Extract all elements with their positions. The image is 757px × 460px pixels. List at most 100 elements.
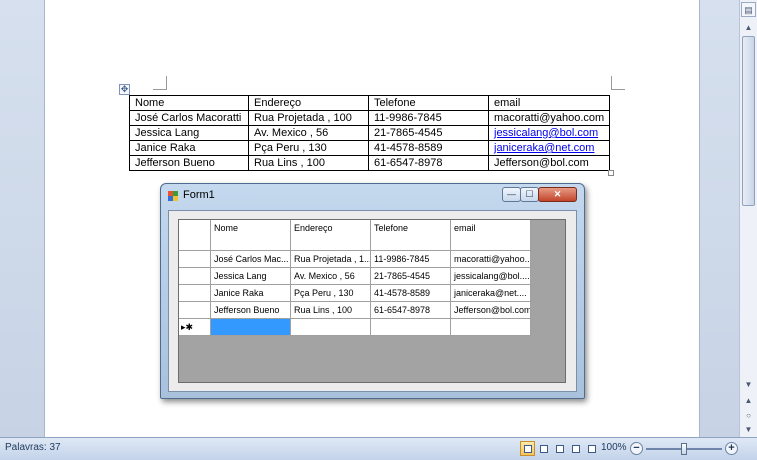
zoom-in-button[interactable]: + (725, 442, 738, 455)
doc-table-cell-telefone[interactable]: 11-9986-7845 (368, 110, 489, 126)
grid-new-row-cell[interactable] (291, 319, 371, 336)
grid-cell-endereco[interactable]: Rua Projetada , 1... (291, 251, 371, 268)
grid-cell-endereco[interactable]: Rua Lins , 100 (291, 302, 371, 319)
doc-table-cell-email[interactable]: macoratti@yahoo.com (487, 110, 611, 126)
email-link[interactable]: jessicalang@bol.com (494, 127, 598, 139)
doc-table-cell-telefone[interactable]: 21-7865-4545 (368, 125, 489, 141)
doc-table-header-cell[interactable]: email (487, 95, 611, 111)
view-outline-button[interactable] (568, 441, 583, 456)
doc-table-row: Jefferson Bueno Rua Lins , 100 61-6547-897… (129, 155, 611, 171)
word-count[interactable]: Palavras: 37 (5, 442, 61, 453)
doc-table-header-cell[interactable]: Telefone (368, 95, 489, 111)
grid-cell-email[interactable]: Jefferson@bol.com (451, 302, 531, 319)
doc-table-header-cell[interactable]: Endereço (248, 95, 369, 111)
grid-column-header-email[interactable]: email (451, 220, 531, 251)
minus-icon: − (633, 442, 640, 454)
grid-new-row-cell[interactable] (371, 319, 451, 336)
outline-icon (572, 445, 580, 453)
document-table[interactable]: Nome Endereço Telefone email José Carlos Mac… (129, 95, 611, 171)
grid-row[interactable]: Janice Raka Pça Peru , 130 41-4578-8589 jan… (179, 285, 531, 302)
draft-icon (588, 445, 596, 453)
data-grid-view[interactable]: Nome Endereço Telefone email José Carlos… (178, 219, 566, 383)
select-browse-object-icon[interactable]: ○ (741, 408, 756, 423)
form-icon (168, 191, 178, 201)
grid-cell-email[interactable]: janiceraka@net.... (451, 285, 531, 302)
grid-row-header[interactable] (179, 285, 211, 302)
doc-table-cell-nome[interactable]: Janice Raka (129, 140, 249, 156)
doc-table-cell-endereco[interactable]: Rua Lins , 100 (248, 155, 369, 171)
doc-table-cell-email[interactable]: Jefferson@bol.com (487, 155, 611, 171)
doc-table-header-row: Nome Endereço Telefone email (129, 95, 611, 111)
view-print-layout-button[interactable] (520, 441, 535, 456)
maximize-button[interactable]: ☐ (520, 187, 539, 202)
grid-cell-telefone[interactable]: 11-9986-7845 (371, 251, 451, 268)
grid-new-row-cell[interactable] (451, 319, 531, 336)
doc-table-cell-email[interactable]: janiceraka@net.com (487, 140, 611, 156)
grid-new-row-selected-cell[interactable] (211, 319, 291, 336)
grid-cell-telefone[interactable]: 61-6547-8978 (371, 302, 451, 319)
grid-cell-nome[interactable]: Jefferson Bueno (211, 302, 291, 319)
table-resize-handle[interactable] (608, 170, 614, 176)
grid-new-row[interactable]: ▸✱ (179, 319, 531, 336)
new-row-marker-icon: ▸✱ (179, 319, 211, 336)
zoom-slider[interactable] (646, 443, 722, 455)
email-link[interactable]: janiceraka@net.com (494, 142, 594, 154)
grid-row[interactable]: Jessica Lang Av. Mexico , 56 21-7865-4545 j… (179, 268, 531, 285)
doc-table-header-cell[interactable]: Nome (129, 95, 249, 111)
grid-cell-nome[interactable]: Jessica Lang (211, 268, 291, 285)
vertical-scrollbar[interactable]: ▤ ▲ ▼ ▲ ○ ▼ (739, 0, 757, 437)
minimize-button[interactable]: — (502, 187, 521, 202)
grid-row[interactable]: José Carlos Mac... Rua Projetada , 1... 11… (179, 251, 531, 268)
form1-window[interactable]: Form1 — ☐ ✕ Nome Endereço Telefone email… (160, 183, 585, 399)
grid-header-row: Nome Endereço Telefone email (179, 220, 531, 251)
close-button[interactable]: ✕ (538, 187, 577, 202)
doc-table-cell-endereco[interactable]: Pça Peru , 130 (248, 140, 369, 156)
grid-column-header-endereco[interactable]: Endereço (291, 220, 371, 251)
doc-table-cell-endereco[interactable]: Rua Projetada , 100 (248, 110, 369, 126)
next-page-icon[interactable]: ▼ (741, 422, 756, 437)
grid-cell-email[interactable]: macoratti@yahoo.... (451, 251, 531, 268)
grid-row-header[interactable] (179, 302, 211, 319)
doc-table-row: Jessica Lang Av. Mexico , 56 21-7865-4545 j… (129, 125, 611, 141)
full-screen-reading-icon (540, 445, 548, 453)
view-draft-button[interactable] (584, 441, 599, 456)
view-web-layout-button[interactable] (552, 441, 567, 456)
grid-cell-endereco[interactable]: Pça Peru , 130 (291, 285, 371, 302)
zoom-level[interactable]: 100% (601, 442, 627, 453)
previous-page-icon[interactable]: ▲ (741, 393, 756, 408)
grid-column-header-telefone[interactable]: Telefone (371, 220, 451, 251)
doc-table-cell-nome[interactable]: Jefferson Bueno (129, 155, 249, 171)
zoom-out-button[interactable]: − (630, 442, 643, 455)
doc-table-cell-email[interactable]: jessicalang@bol.com (487, 125, 611, 141)
grid-cell-nome[interactable]: Janice Raka (211, 285, 291, 302)
grid-corner-header[interactable] (179, 220, 211, 251)
table-move-handle-icon[interactable]: ✥ (119, 84, 130, 95)
grid-cell-email[interactable]: jessicalang@bol.... (451, 268, 531, 285)
doc-table-row: Janice Raka Pça Peru , 130 41-4578-8589 jan… (129, 140, 611, 156)
view-full-screen-reading-button[interactable] (536, 441, 551, 456)
grid-column-header-nome[interactable]: Nome (211, 220, 291, 251)
grid-cell-nome[interactable]: José Carlos Mac... (211, 251, 291, 268)
doc-table-cell-nome[interactable]: José Carlos Macoratti (129, 110, 249, 126)
form-client-area: Nome Endereço Telefone email José Carlos… (168, 210, 577, 392)
web-layout-icon (556, 445, 564, 453)
scroll-thumb[interactable] (742, 36, 755, 206)
grid-cell-endereco[interactable]: Av. Mexico , 56 (291, 268, 371, 285)
plus-icon: + (728, 442, 735, 454)
grid-cell-telefone[interactable]: 21-7865-4545 (371, 268, 451, 285)
minimize-icon: — (507, 189, 516, 199)
grid-cell-telefone[interactable]: 41-4578-8589 (371, 285, 451, 302)
zoom-slider-thumb[interactable] (681, 443, 687, 455)
doc-table-cell-telefone[interactable]: 41-4578-8589 (368, 140, 489, 156)
crop-mark-top-left (153, 76, 167, 90)
doc-table-cell-nome[interactable]: Jessica Lang (129, 125, 249, 141)
grid-row-header[interactable] (179, 268, 211, 285)
doc-table-cell-endereco[interactable]: Av. Mexico , 56 (248, 125, 369, 141)
ruler-toggle-icon[interactable]: ▤ (741, 2, 756, 17)
doc-table-cell-telefone[interactable]: 61-6547-8978 (368, 155, 489, 171)
close-icon: ✕ (553, 189, 562, 199)
scroll-up-icon[interactable]: ▲ (741, 20, 756, 35)
grid-row[interactable]: Jefferson Bueno Rua Lins , 100 61-6547-897… (179, 302, 531, 319)
grid-row-header[interactable] (179, 251, 211, 268)
scroll-down-icon[interactable]: ▼ (741, 377, 756, 392)
